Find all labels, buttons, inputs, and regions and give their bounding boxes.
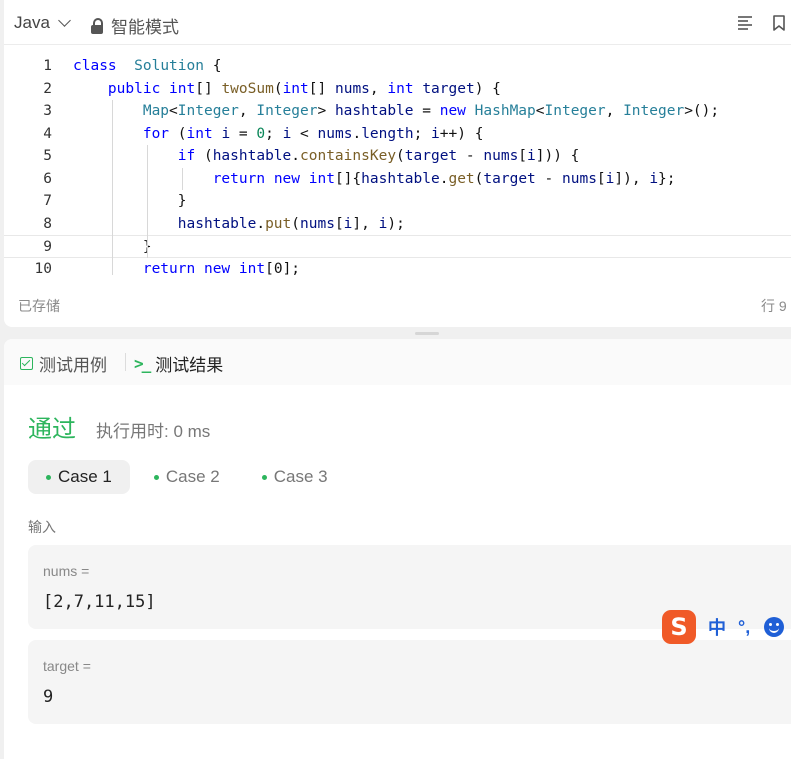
format-icon[interactable] bbox=[736, 14, 754, 37]
ime-punctuation-toggle[interactable]: °, bbox=[738, 617, 750, 638]
save-status: 已存储 bbox=[18, 298, 60, 314]
case-tab-label: Case 1 bbox=[58, 467, 112, 486]
code-text: if (hashtable.containsKey(target - nums[… bbox=[177, 148, 580, 164]
code-line[interactable]: 1 class Solution { bbox=[4, 55, 791, 78]
code-line[interactable]: 3 Map<Integer, Integer> hashtable = new … bbox=[4, 100, 791, 123]
code-text: class Solution { bbox=[73, 58, 222, 74]
code-text: return new int[0]; bbox=[142, 260, 301, 276]
lock-icon bbox=[90, 17, 104, 34]
test-result-panel: 测试用例 >_ 测试结果 通过 执行用时: 0 ms Case 1 Case 2C… bbox=[4, 339, 791, 759]
smiley-icon[interactable] bbox=[764, 617, 785, 637]
editor-toolbar: Java 智能模式 bbox=[4, 0, 791, 45]
case-tab-label: Case 3 bbox=[273, 467, 328, 486]
editor-mode-label: 智能模式 bbox=[111, 18, 179, 37]
param-value: [2,7,11,15] bbox=[43, 592, 156, 612]
case-tab[interactable]: Case 3 bbox=[244, 460, 346, 494]
code-text: for (int i = 0; i < nums.length; i++) { bbox=[142, 125, 484, 142]
checkbox-icon bbox=[20, 357, 33, 370]
line-number: 9 bbox=[43, 239, 52, 255]
param-value: 9 bbox=[43, 687, 54, 707]
tab-divider bbox=[125, 353, 126, 371]
cursor-position: 行 9 bbox=[761, 298, 787, 314]
ime-toolbar[interactable]: S 中 °, bbox=[662, 609, 785, 645]
status-dot-icon bbox=[153, 474, 159, 480]
indent-guide bbox=[111, 100, 113, 275]
tab-result[interactable]: >_ 测试结果 bbox=[134, 351, 223, 376]
param-box-target: target = 9 bbox=[28, 640, 791, 724]
line-number: 4 bbox=[43, 125, 52, 142]
runtime-label: 执行用时: 0 ms bbox=[96, 422, 211, 441]
param-name: target = bbox=[43, 658, 91, 674]
result-status-row: 通过 执行用时: 0 ms bbox=[28, 409, 210, 444]
sogou-logo-icon[interactable]: S bbox=[662, 610, 696, 644]
code-line[interactable]: 5 if (hashtable.containsKey(target - num… bbox=[4, 145, 791, 168]
case-tab[interactable]: Case 1 bbox=[28, 460, 130, 494]
tab-testcase-label: 测试用例 bbox=[39, 356, 107, 375]
editor-mode[interactable]: 智能模式 bbox=[90, 13, 179, 38]
ime-language-toggle[interactable]: 中 bbox=[708, 614, 726, 640]
status-dot-icon bbox=[46, 474, 51, 480]
panel-resize-handle[interactable] bbox=[415, 332, 439, 335]
status-dot-icon bbox=[261, 474, 267, 480]
code-line[interactable]: 10 return new int[0]; bbox=[4, 258, 791, 276]
tab-testcase[interactable]: 测试用例 bbox=[20, 351, 107, 376]
line-number: 7 bbox=[43, 193, 52, 209]
line-number: 8 bbox=[43, 215, 52, 232]
case-tab[interactable]: Case 2 bbox=[136, 460, 238, 494]
line-number: 5 bbox=[43, 148, 52, 164]
line-number: 6 bbox=[43, 170, 52, 187]
result-status: 通过 bbox=[28, 416, 76, 443]
line-number: 10 bbox=[34, 260, 52, 276]
bookmark-icon[interactable] bbox=[770, 14, 788, 37]
code-line[interactable]: 2 public int[] twoSum(int[] nums, int ta… bbox=[4, 78, 791, 101]
code-text: hashtable.put(nums[i], i); bbox=[177, 215, 405, 232]
code-line[interactable]: 6 return new int[]{hashtable.get(target … bbox=[4, 168, 791, 191]
code-line[interactable]: 4 for (int i = 0; i < nums.length; i++) … bbox=[4, 123, 791, 146]
case-tab-label: Case 2 bbox=[165, 467, 220, 486]
language-label: Java bbox=[14, 13, 50, 32]
code-area[interactable]: 1 class Solution { 2 public int[] twoSum(i… bbox=[4, 55, 791, 275]
code-text: public int[] twoSum(int[] nums, int targ… bbox=[107, 80, 501, 97]
chevron-down-icon bbox=[58, 14, 71, 27]
line-number: 2 bbox=[43, 80, 52, 97]
language-select[interactable]: Java bbox=[14, 13, 71, 33]
param-name: nums = bbox=[43, 563, 90, 579]
tab-result-label: 测试结果 bbox=[155, 356, 224, 375]
indent-guide bbox=[181, 167, 183, 190]
input-label: 输入 bbox=[28, 519, 56, 535]
case-tabs: Case 1 Case 2 Case 3 bbox=[28, 460, 352, 494]
code-editor-panel: Java 智能模式 1 class Solution {2 public in… bbox=[4, 0, 791, 327]
line-number: 1 bbox=[43, 58, 52, 74]
code-text: return new int[]{hashtable.get(target - … bbox=[212, 170, 676, 187]
terminal-icon: >_ bbox=[134, 354, 151, 373]
code-line[interactable]: 7 } bbox=[4, 190, 791, 213]
indent-guide bbox=[146, 145, 148, 258]
code-text: } bbox=[73, 193, 187, 209]
code-text: Map<Integer, Integer> hashtable = new Ha… bbox=[142, 103, 720, 119]
result-tab-bar: 测试用例 >_ 测试结果 bbox=[4, 339, 791, 385]
line-number: 3 bbox=[43, 103, 52, 119]
code-line[interactable]: 8 hashtable.put(nums[i], i); bbox=[4, 213, 791, 236]
code-line[interactable]: 9 } bbox=[4, 235, 791, 258]
